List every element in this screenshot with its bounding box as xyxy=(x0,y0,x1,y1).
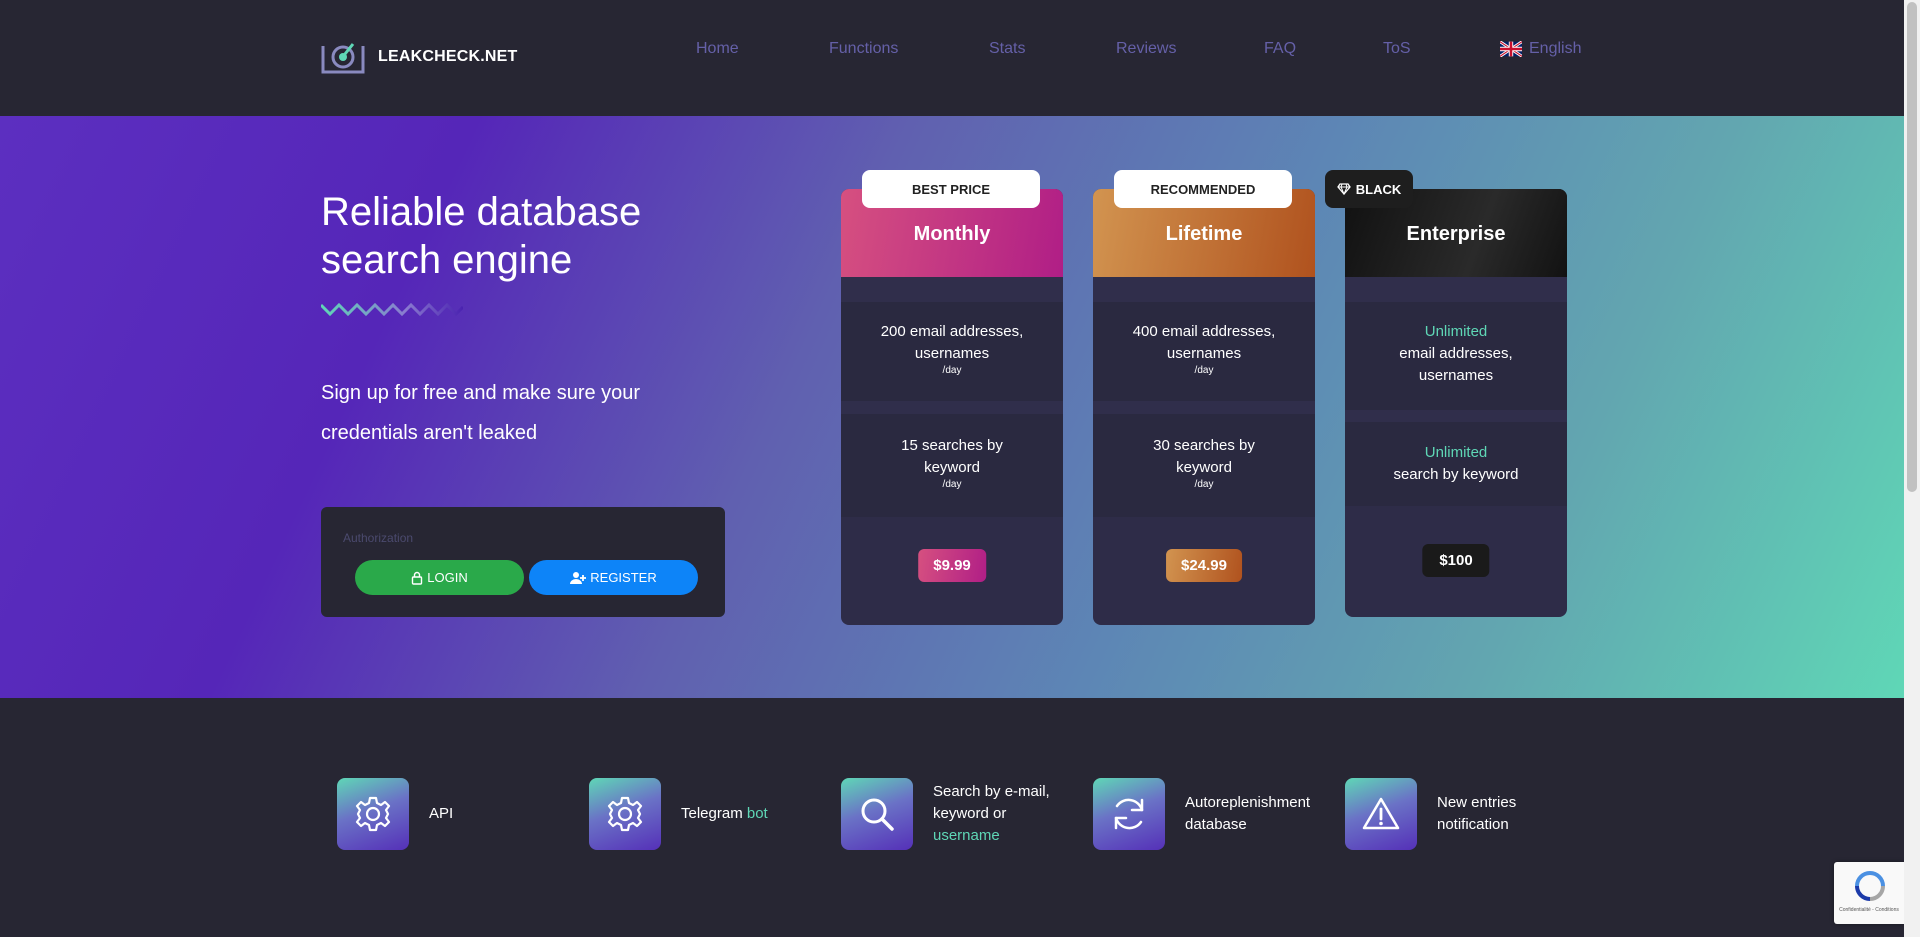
search-icon xyxy=(841,778,913,850)
feature-text: email addresses, usernames xyxy=(1399,345,1513,384)
recaptcha-links[interactable]: Confidentialité - Conditions xyxy=(1838,907,1900,913)
logo[interactable]: LEAKCHECK.NET xyxy=(321,40,518,74)
plan-feature-emails: 200 email addresses, usernames /day xyxy=(841,302,1063,401)
divider xyxy=(1093,401,1315,414)
bot-link[interactable]: bot xyxy=(747,805,768,822)
price-button[interactable]: $100 xyxy=(1422,544,1490,577)
feature-text: Telegram xyxy=(681,805,743,822)
plan-card-monthly[interactable]: Monthly BEST PRICE 200 email addresses, … xyxy=(841,170,1063,625)
feature-text: 400 email addresses, usernames xyxy=(1132,323,1276,362)
feature-label: Search by e-mail, keyword or username xyxy=(933,781,1058,847)
feature-text: search by keyword xyxy=(1393,466,1519,483)
hero-section: Reliable database search engine Sign up … xyxy=(0,116,1904,698)
add-user-icon xyxy=(570,571,587,584)
site-header: LEAKCHECK.NET Home Functions Stats Revie… xyxy=(0,0,1904,116)
plan-feature-keyword: 30 searches by keyword /day xyxy=(1093,414,1315,517)
authorization-panel: Authorization LOGIN REGISTER xyxy=(321,507,725,617)
divider xyxy=(1345,277,1567,302)
plan-tag: BEST PRICE xyxy=(862,170,1040,208)
gear-icon xyxy=(589,778,661,850)
nav-faq[interactable]: FAQ xyxy=(1264,40,1296,58)
nav-functions[interactable]: Functions xyxy=(829,40,898,58)
feature-text: Search by e-mail, keyword or xyxy=(933,783,1050,822)
feature-api[interactable]: API xyxy=(337,778,453,850)
gear-icon xyxy=(337,778,409,850)
feature-label: Autoreplenishment database xyxy=(1185,794,1311,833)
plan-card-lifetime[interactable]: Lifetime RECOMMENDED 400 email addresses… xyxy=(1093,170,1315,625)
authorization-label: Authorization xyxy=(343,531,414,545)
login-button[interactable]: LOGIN xyxy=(355,560,524,595)
logo-icon xyxy=(321,43,365,74)
lock-icon xyxy=(412,571,423,585)
refresh-icon xyxy=(1093,778,1165,850)
plan-feature-keyword: 15 searches by keyword /day xyxy=(841,414,1063,517)
unlimited-label: Unlimited xyxy=(1424,444,1488,461)
nav-home[interactable]: Home xyxy=(696,40,739,58)
feature-period: /day xyxy=(942,479,962,490)
username-link[interactable]: username xyxy=(933,827,1000,844)
squiggle-decoration-icon xyxy=(321,302,463,317)
login-label: LOGIN xyxy=(427,570,468,585)
language-label: English xyxy=(1529,40,1582,57)
nav-tos[interactable]: ToS xyxy=(1383,40,1411,58)
language-selector[interactable]: English xyxy=(1500,40,1581,58)
feature-text: 15 searches by keyword xyxy=(901,437,1003,476)
hero-subtitle: Sign up for free and make sure your cred… xyxy=(321,382,641,444)
plan-card-enterprise[interactable]: Enterprise BLACK Unlimited email address… xyxy=(1325,170,1567,617)
unlimited-label: Unlimited xyxy=(1424,323,1488,340)
feature-notifications[interactable]: New entries notification xyxy=(1345,778,1537,850)
diamond-icon xyxy=(1336,183,1351,195)
price-button[interactable]: $9.99 xyxy=(918,549,986,582)
plan-tag-label: BLACK xyxy=(1355,181,1402,197)
divider xyxy=(841,401,1063,414)
hero-title: Reliable database search engine xyxy=(321,190,642,282)
feature-search[interactable]: Search by e-mail, keyword or username xyxy=(841,778,1058,850)
recaptcha-badge[interactable]: Confidentialité - Conditions xyxy=(1834,862,1904,924)
uk-flag-icon xyxy=(1500,41,1522,57)
plan-tag-black: BLACK xyxy=(1325,170,1413,208)
warning-icon xyxy=(1345,778,1417,850)
feature-text: 30 searches by keyword xyxy=(1153,437,1255,476)
feature-telegram-bot[interactable]: Telegram bot xyxy=(589,778,768,850)
plan-feature-keyword: Unlimited search by keyword xyxy=(1345,422,1567,506)
nav-reviews[interactable]: Reviews xyxy=(1116,40,1176,58)
price-button[interactable]: $24.99 xyxy=(1166,549,1242,582)
feature-label: New entries notification xyxy=(1437,794,1517,833)
divider xyxy=(1093,277,1315,302)
register-button[interactable]: REGISTER xyxy=(529,560,698,595)
recaptcha-icon xyxy=(1855,871,1885,901)
nav-stats[interactable]: Stats xyxy=(989,40,1025,58)
plan-feature-emails: Unlimited email addresses, usernames xyxy=(1345,302,1567,410)
feature-period: /day xyxy=(1194,365,1214,376)
feature-label: Telegram bot xyxy=(681,803,768,825)
feature-label: API xyxy=(429,805,454,822)
feature-period: /day xyxy=(1194,479,1214,490)
plan-tag: RECOMMENDED xyxy=(1114,170,1292,208)
plan-feature-emails: 400 email addresses, usernames /day xyxy=(1093,302,1315,401)
feature-period: /day xyxy=(942,365,962,376)
divider xyxy=(841,277,1063,302)
page-scrollbar[interactable] xyxy=(1904,0,1920,937)
scrollbar-thumb[interactable] xyxy=(1907,2,1917,492)
divider xyxy=(1345,410,1567,422)
register-label: REGISTER xyxy=(590,570,657,585)
logo-text: LEAKCHECK.NET xyxy=(378,48,518,65)
feature-autoreplenishment[interactable]: Autoreplenishment database xyxy=(1093,778,1320,850)
feature-text: 200 email addresses, usernames xyxy=(880,323,1024,362)
